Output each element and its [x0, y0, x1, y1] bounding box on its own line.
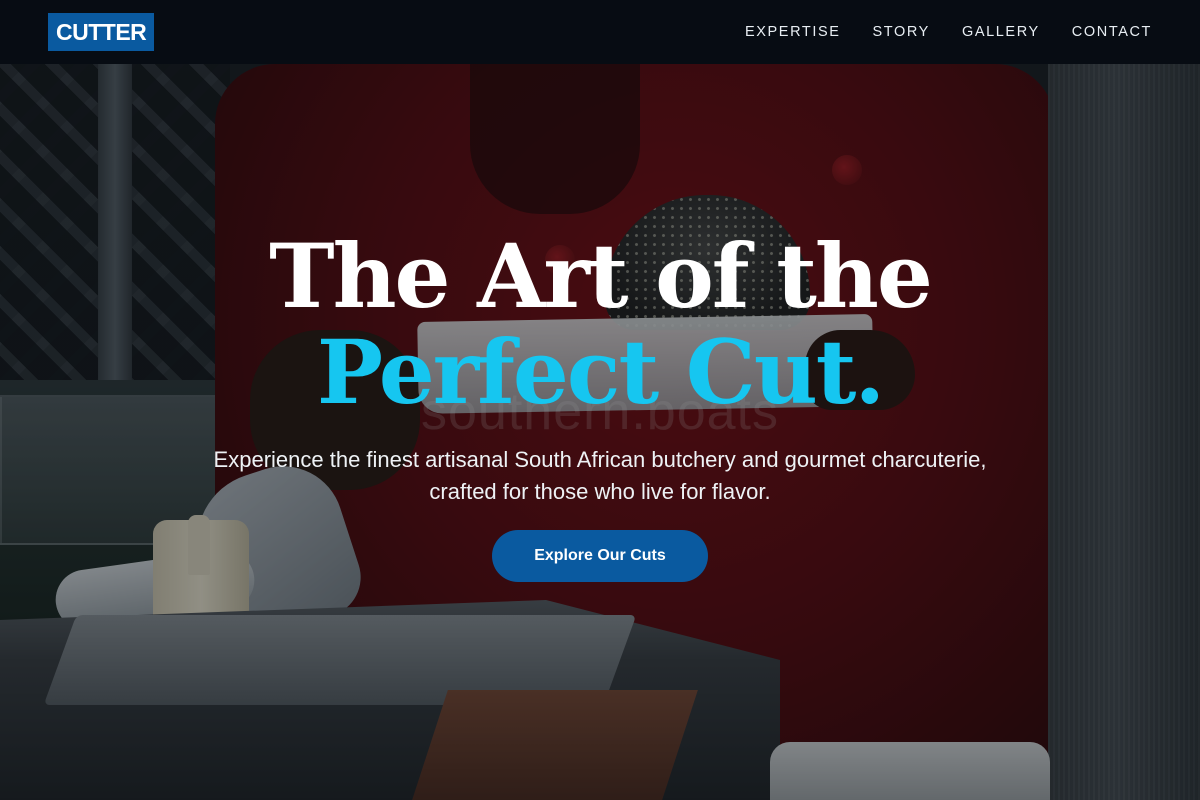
- brand-logo[interactable]: CUTTER: [48, 13, 155, 51]
- nav-link-story[interactable]: STORY: [873, 24, 930, 40]
- headline-line-1: The Art of the: [269, 224, 933, 328]
- nav-item: CONTACT: [1072, 23, 1152, 41]
- nav-item: EXPERTISE: [745, 23, 841, 41]
- hero-section: southern.boats The Art of the Perfect Cu…: [0, 0, 1200, 800]
- headline-line-2-accent: Perfect Cut.: [316, 320, 885, 424]
- hero-subtitle: Experience the finest artisanal South Af…: [213, 447, 987, 504]
- nav-link-expertise[interactable]: EXPERTISE: [745, 24, 841, 40]
- hero-content: The Art of the Perfect Cut. Experience t…: [0, 228, 1200, 582]
- explore-cuts-button[interactable]: Explore Our Cuts: [492, 530, 708, 582]
- hero-headline: The Art of the Perfect Cut.: [0, 228, 1200, 420]
- nav-link-gallery[interactable]: GALLERY: [962, 24, 1040, 40]
- nav-item: STORY: [873, 23, 930, 41]
- top-navbar: CUTTER EXPERTISE STORY GALLERY CONTACT: [0, 0, 1200, 64]
- nav-link-contact[interactable]: CONTACT: [1072, 24, 1152, 40]
- nav-links: EXPERTISE STORY GALLERY CONTACT: [745, 23, 1152, 41]
- nav-item: GALLERY: [962, 23, 1040, 41]
